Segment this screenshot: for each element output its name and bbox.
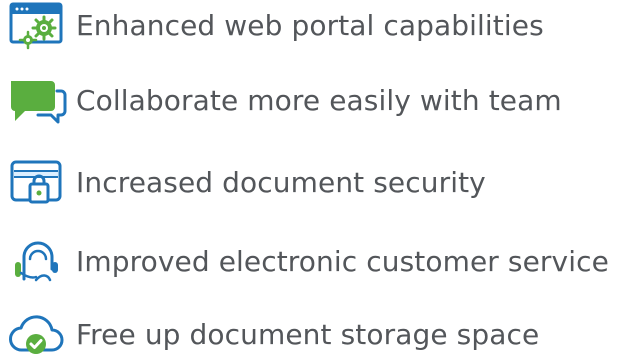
- feature-label: Enhanced web portal capabilities: [76, 9, 544, 42]
- feature-collaboration: Collaborate more easily with team: [6, 76, 562, 126]
- feature-document-security: Increased document security: [6, 158, 486, 208]
- feature-label: Increased document security: [76, 166, 486, 199]
- feature-web-portal: Enhanced web portal capabilities: [6, 1, 544, 51]
- browser-gears-icon: [6, 1, 70, 51]
- feature-storage-space: Free up document storage space: [6, 310, 539, 360]
- feature-customer-service: Improved electronic customer service: [6, 237, 609, 287]
- cloud-check-icon: [6, 310, 70, 360]
- chat-bubbles-icon: [6, 76, 70, 126]
- feature-label: Free up document storage space: [76, 318, 540, 351]
- feature-label: Improved electronic customer service: [76, 245, 609, 278]
- customer-service-headset-icon: [6, 237, 70, 287]
- feature-label: Collaborate more easily with team: [76, 84, 562, 117]
- feature-list: Enhanced web portal capabilities Collabo…: [0, 0, 636, 362]
- card-lock-icon: [6, 158, 70, 208]
